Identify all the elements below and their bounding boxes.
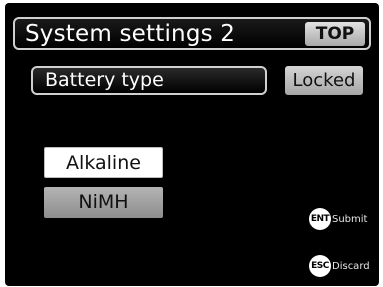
submit-button[interactable]: ENT Submit — [309, 208, 367, 230]
discard-label: Discard — [332, 260, 370, 272]
option-nimh[interactable]: NiMH — [44, 187, 163, 218]
discard-button[interactable]: ESC Discard — [309, 255, 370, 277]
page-title: System settings 2 — [25, 21, 236, 47]
locked-status-badge: Locked — [285, 66, 363, 95]
battery-type-label: Battery type — [45, 69, 164, 91]
top-button[interactable]: TOP — [305, 22, 365, 46]
submit-label: Submit — [332, 213, 368, 225]
device-screen: System settings 2 TOP Battery type Locke… — [5, 3, 379, 286]
title-bar: System settings 2 TOP — [13, 17, 371, 50]
esc-key-icon: ESC — [309, 255, 331, 277]
option-alkaline[interactable]: Alkaline — [44, 147, 163, 178]
ent-key-icon: ENT — [309, 208, 331, 230]
battery-type-setting[interactable]: Battery type — [31, 66, 267, 95]
